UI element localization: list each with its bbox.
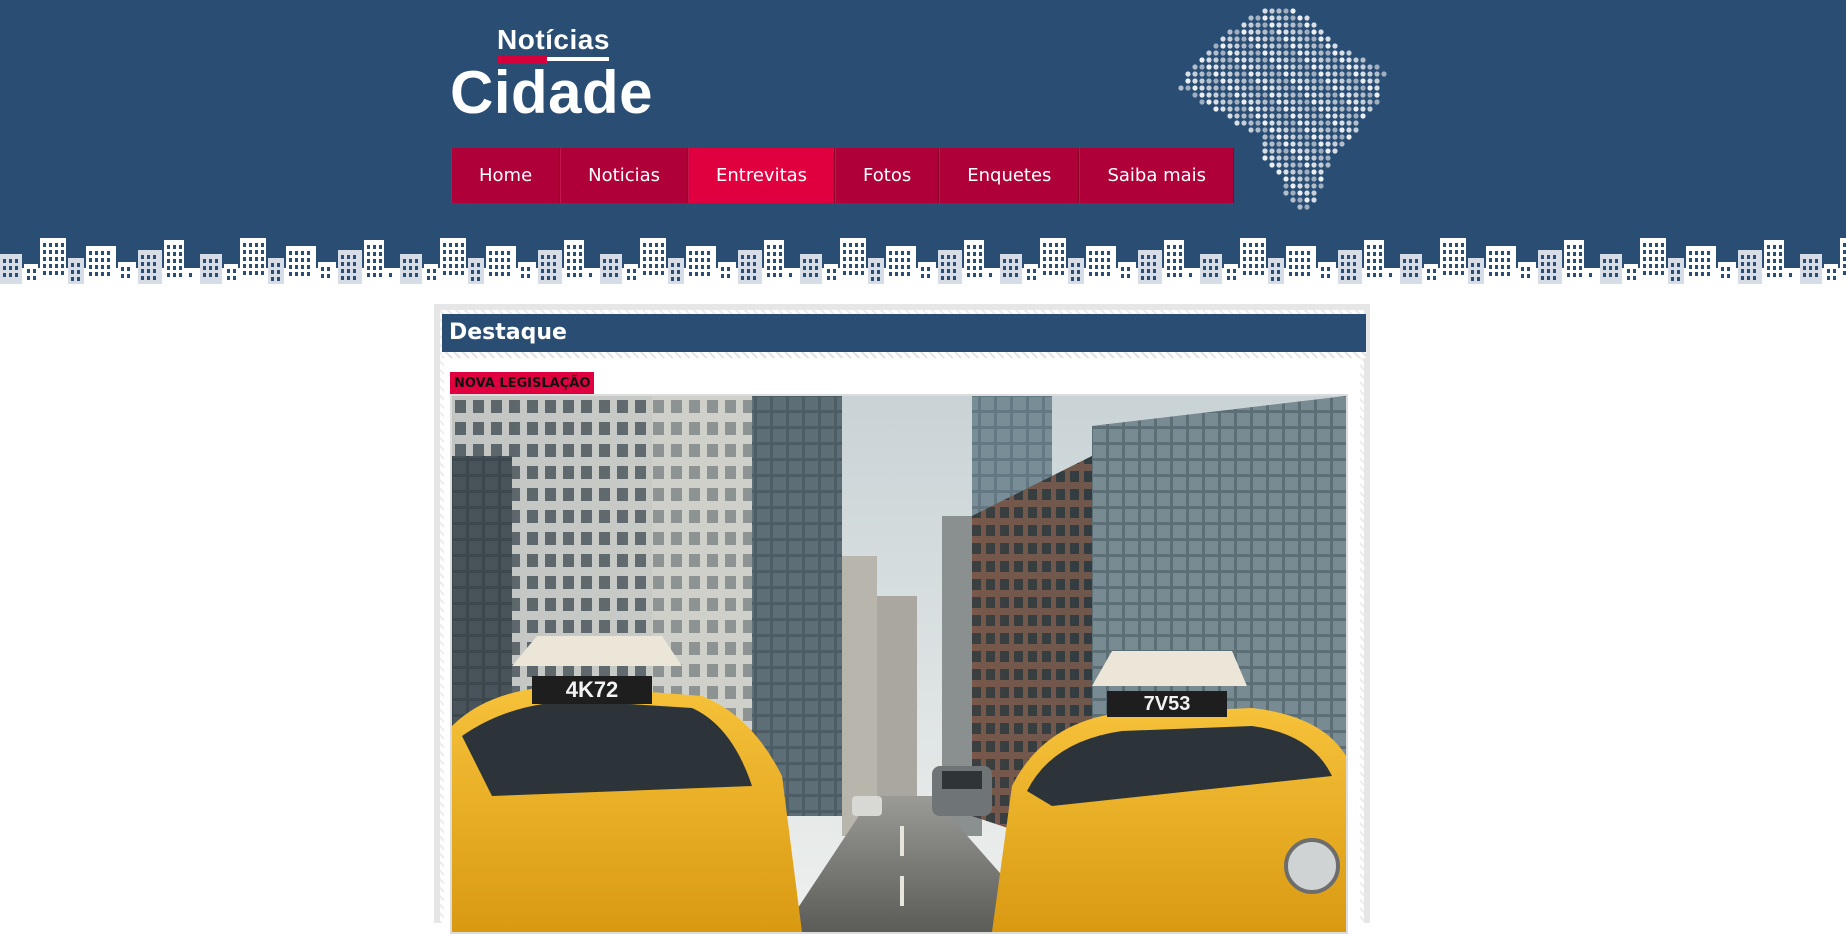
nav-item-home[interactable]: Home — [451, 148, 561, 203]
category-tag[interactable]: NOVA LEGISLAÇÃO — [450, 372, 595, 394]
taxi-street-image: 4K72 7V53 — [452, 396, 1346, 932]
nav-item-fotos[interactable]: Fotos — [835, 148, 940, 203]
nav-item-noticias[interactable]: Noticias — [560, 148, 688, 203]
nav-item-saiba-mais[interactable]: Saiba mais — [1079, 148, 1235, 203]
logo-text-bottom: Cidade — [450, 59, 654, 126]
taxi-right-sign: 7V53 — [1144, 693, 1191, 715]
featured-photo[interactable]: 4K72 7V53 — [450, 394, 1348, 934]
section-title: Destaque — [442, 314, 1366, 352]
nav-item-enquetes[interactable]: Enquetes — [939, 148, 1080, 203]
logo-text-top: Notícias — [497, 24, 610, 55]
nav-item-entrevitas[interactable]: Entrevitas — [688, 148, 836, 203]
main-nav: Home Noticias Entrevitas Fotos Enquetes … — [451, 148, 1235, 203]
section-divider — [442, 352, 1366, 358]
city-skyline-banner — [0, 238, 1846, 284]
taxi-left-sign: 4K72 — [566, 677, 619, 702]
featured-panel: Destaque NOVA LEGISLAÇÃO 4K72 7V53 — [434, 304, 1370, 934]
site-logo[interactable]: Notícias Cidade — [450, 22, 653, 126]
site-header: Notícias Cidade Home Noticias Entrevitas… — [0, 0, 1846, 284]
